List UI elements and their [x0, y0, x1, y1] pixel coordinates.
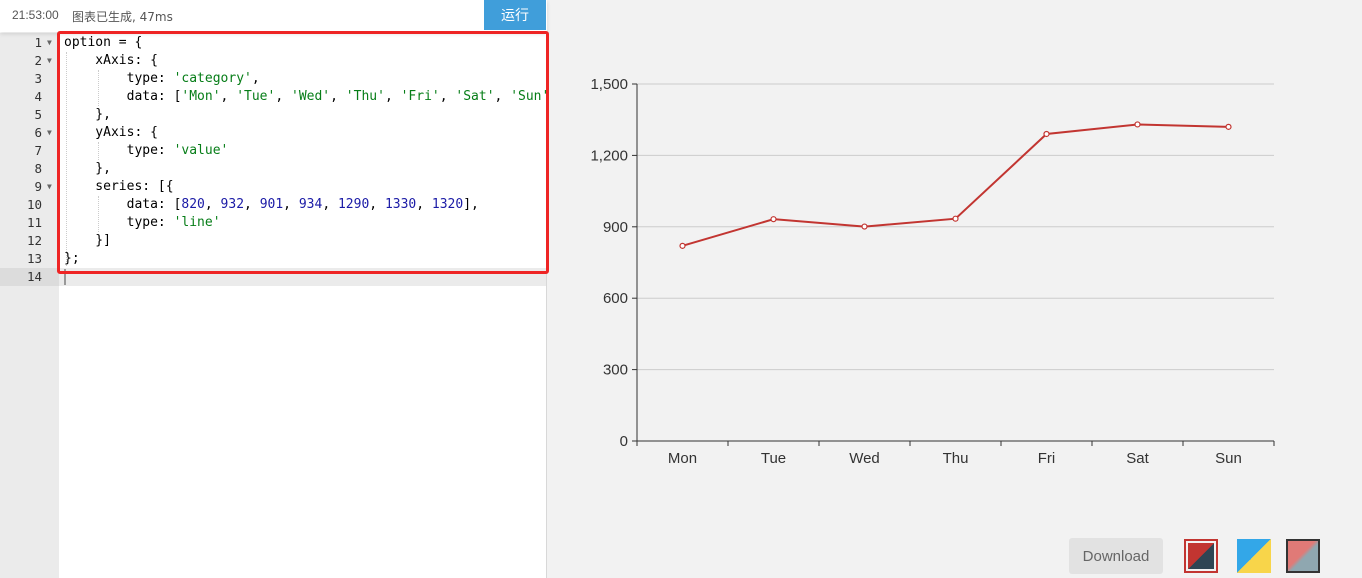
code-highlight-annotation — [57, 31, 549, 274]
line-number: 11 — [26, 215, 42, 230]
y-tick-label: 1,200 — [590, 147, 628, 164]
x-axis-labels: Mon Tue Wed Thu Fri Sat Sun — [668, 450, 1242, 467]
line-number: 13 — [26, 251, 42, 266]
line-number: 14 — [0, 268, 59, 286]
run-button[interactable]: 运行 — [484, 0, 546, 30]
fold-arrow-icon[interactable]: ▼ — [47, 124, 52, 142]
series-points — [679, 121, 1232, 249]
line-number: 1 ▼ — [34, 34, 52, 52]
axes — [632, 83, 1275, 446]
y-tick-label: 600 — [603, 290, 628, 307]
theme-swatch-light[interactable] — [1237, 539, 1271, 573]
y-tick-label: 300 — [603, 362, 628, 379]
line-number: 2 ▼ — [34, 52, 52, 70]
download-button[interactable]: Download — [1069, 538, 1163, 574]
line-chart: 0 300 600 900 1,200 1,500 Mon Tue Wed Thu Fri Sat S… — [590, 76, 1275, 467]
code-editor-pane: 1 ▼ 2 ▼ 3 4 5 6 ▼ 7 8 9 ▼ 10 11 12 13 14 option = { xAxis… — [0, 0, 549, 578]
theme-swatch-vintage[interactable] — [1286, 539, 1320, 573]
fold-arrow-icon[interactable]: ▼ — [47, 178, 52, 196]
line-number: 3 — [34, 71, 42, 86]
x-tick-label: Fri — [1038, 450, 1056, 467]
line-number: 12 — [26, 233, 42, 248]
data-point — [770, 216, 777, 223]
line-number: 10 — [26, 197, 42, 212]
series-line-path — [682, 123, 1229, 247]
line-number: 4 — [34, 89, 42, 104]
status-message: 图表已生成, 47ms — [72, 10, 173, 24]
x-tick-label: Sun — [1215, 450, 1242, 467]
series-line — [682, 123, 1229, 247]
line-number: 8 — [34, 161, 42, 176]
y-axis-labels: 0 300 600 900 1,200 1,500 — [590, 76, 628, 450]
line-number: 6 ▼ — [34, 124, 52, 142]
line-number: 9 ▼ — [34, 178, 52, 196]
x-tick-label: Mon — [668, 450, 697, 467]
grid-lines — [637, 83, 1274, 371]
data-point — [952, 215, 959, 222]
data-point — [861, 223, 868, 230]
y-tick-label: 0 — [620, 433, 628, 450]
y-tick-label: 900 — [603, 219, 628, 236]
x-tick-label: Tue — [761, 450, 786, 467]
fold-arrow-icon[interactable]: ▼ — [47, 34, 52, 52]
x-tick-label: Sat — [1126, 450, 1149, 467]
status-bar: 21:53:00 图表已生成, 47ms 运行 — [0, 0, 547, 32]
x-tick-label: Wed — [849, 450, 880, 467]
fold-arrow-icon[interactable]: ▼ — [47, 52, 52, 70]
data-point — [1225, 123, 1232, 130]
y-tick-label: 1,500 — [590, 76, 628, 93]
line-number: 5 — [34, 107, 42, 122]
data-point — [679, 242, 686, 249]
line-numbers: 1 ▼ 2 ▼ 3 4 5 6 ▼ 7 8 9 ▼ 10 11 12 13 14 — [0, 34, 59, 286]
status-time: 21:53:00 — [12, 8, 59, 22]
line-number: 7 — [34, 143, 42, 158]
theme-swatch-default[interactable] — [1184, 539, 1218, 573]
data-point — [1134, 121, 1141, 128]
x-tick-label: Thu — [943, 450, 969, 467]
data-point — [1043, 130, 1050, 138]
